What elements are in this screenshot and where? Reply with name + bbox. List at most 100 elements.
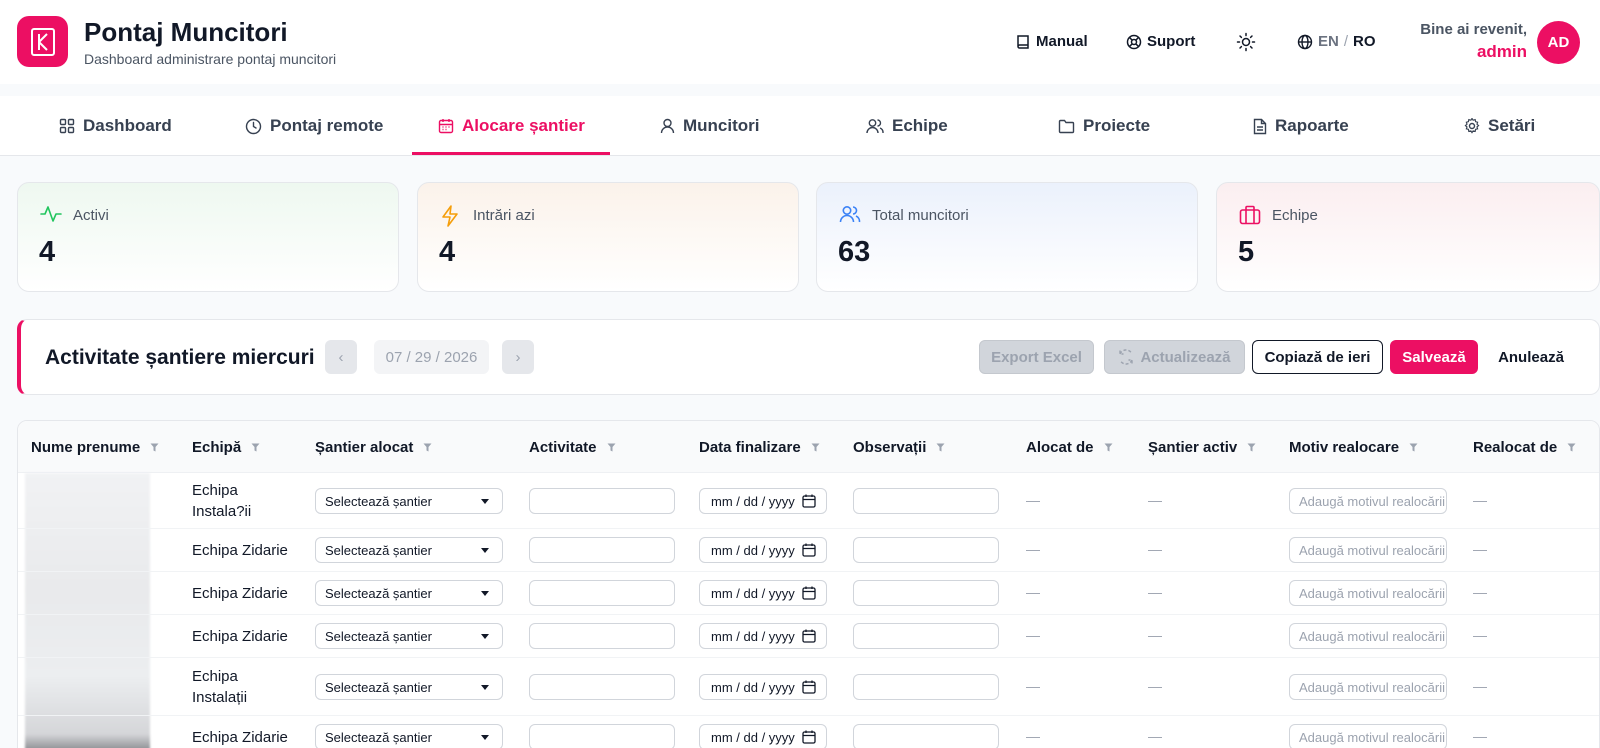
finish-date-input[interactable]: mm / dd / yyyy [699,580,827,606]
col-header-echipa[interactable]: Echipă [192,439,260,456]
observations-input[interactable] [853,537,999,563]
realocat-de-value: — [1473,541,1487,557]
lang-ro-option[interactable]: RO [1353,33,1376,50]
calendar-icon[interactable] [802,730,816,744]
activity-date-field[interactable]: 07 / 29 / 2026 [374,340,489,374]
col-header-motiv-realocare[interactable]: Motiv realocare [1289,439,1418,456]
support-button[interactable]: Suport [1126,33,1195,50]
tab-muncitori[interactable]: Muncitori [660,96,760,156]
filter-icon[interactable] [423,443,432,452]
prev-day-button[interactable]: ‹ [325,340,357,374]
realocat-de-value: — [1473,584,1487,600]
col-header-santier-activ[interactable]: Șantier activ [1148,439,1256,456]
book-icon [1017,34,1029,49]
santier-activ-value: — [1148,492,1162,508]
activity-input[interactable] [529,724,675,748]
save-button[interactable]: Salvează [1390,340,1478,374]
santier-select[interactable]: Selectează șantier [315,537,503,563]
filter-icon[interactable] [1567,443,1576,452]
tab-pontaj-remote[interactable]: Pontaj remote [245,96,383,156]
filter-icon[interactable] [150,443,159,452]
motiv-realocare-input[interactable]: Adaugă motivul realocării [1289,674,1447,700]
copy-yesterday-button[interactable]: Copiază de ieri [1252,340,1383,374]
activity-input[interactable] [529,537,675,563]
tab-muncitori-label: Muncitori [683,116,760,135]
filter-icon[interactable] [1409,443,1418,452]
avatar[interactable]: AD [1537,21,1580,64]
activity-input[interactable] [529,623,675,649]
filter-icon[interactable] [251,443,260,452]
filter-icon[interactable] [1247,443,1256,452]
calendar-icon[interactable] [802,629,816,643]
file-icon [1253,118,1267,134]
filter-icon[interactable] [936,443,945,452]
motiv-realocare-input[interactable]: Adaugă motivul realocării [1289,488,1447,514]
next-day-button[interactable]: › [502,340,534,374]
export-excel-button[interactable]: Export Excel [979,340,1094,374]
filter-icon[interactable] [1104,443,1113,452]
tab-dashboard[interactable]: Dashboard [59,96,172,156]
motiv-realocare-input[interactable]: Adaugă motivul realocării [1289,724,1447,748]
motiv-realocare-input[interactable]: Adaugă motivul realocării [1289,537,1447,563]
finish-date-input[interactable]: mm / dd / yyyy [699,724,827,748]
col-header-data-finalizare[interactable]: Data finalizare [699,439,820,456]
stat-label: Echipe [1272,207,1318,224]
user-icon [660,118,675,134]
activity-input[interactable] [529,580,675,606]
activity-input[interactable] [529,488,675,514]
tab-proiecte-label: Proiecte [1083,116,1151,135]
finish-date-input[interactable]: mm / dd / yyyy [699,674,827,700]
finish-date-input[interactable]: mm / dd / yyyy [699,623,827,649]
calendar-icon[interactable] [802,586,816,600]
team-cell: Echipa Instalații [192,668,248,706]
motiv-realocare-input[interactable]: Adaugă motivul realocării [1289,623,1447,649]
table-row: Echipa Zidarie Selectează șantier mm / d… [18,529,1599,572]
globe-icon [1297,34,1313,49]
manual-button[interactable]: Manual [1016,33,1088,50]
finish-date-input[interactable]: mm / dd / yyyy [699,537,827,563]
app-logo[interactable] [17,16,68,67]
calendar-icon[interactable] [802,543,816,557]
tab-echipe[interactable]: Echipe [866,96,948,156]
santier-select[interactable]: Selectează șantier [315,724,503,748]
tab-setari-label: Setări [1488,116,1536,135]
observations-input[interactable] [853,488,999,514]
col-header-santier-alocat[interactable]: Șantier alocat [315,439,432,456]
santier-select[interactable]: Selectează șantier [315,580,503,606]
theme-toggle-button[interactable] [1236,32,1256,52]
tab-alocare-santier[interactable]: Alocare șantier [438,96,585,156]
table-row: Echipa Instala?ii Selectează șantier mm … [18,473,1599,529]
refresh-button[interactable]: Actualizează [1104,340,1245,374]
chevron-down-icon [481,685,489,690]
observations-input[interactable] [853,674,999,700]
cancel-button[interactable]: Anulează [1487,340,1575,374]
motiv-realocare-input[interactable]: Adaugă motivul realocării [1289,580,1447,606]
col-header-alocat-de[interactable]: Alocat de [1026,439,1113,456]
gear-icon [1464,118,1480,134]
language-switcher[interactable]: EN / RO [1297,33,1376,50]
calendar-icon[interactable] [802,494,816,508]
col-header-nume[interactable]: Nume prenume [31,439,159,456]
observations-input[interactable] [853,724,999,748]
tab-proiecte[interactable]: Proiecte [1058,96,1150,156]
observations-input[interactable] [853,623,999,649]
col-header-observatii[interactable]: Observații [853,439,945,456]
santier-select[interactable]: Selectează șantier [315,623,503,649]
activity-input[interactable] [529,674,675,700]
col-header-activitate[interactable]: Activitate [529,439,616,456]
tab-setari[interactable]: Setări [1464,96,1535,156]
finish-date-input[interactable]: mm / dd / yyyy [699,488,827,514]
filter-icon[interactable] [811,443,820,452]
santier-select[interactable]: Selectează șantier [315,674,503,700]
lang-en-option[interactable]: EN [1318,33,1339,50]
calendar-icon[interactable] [802,680,816,694]
filter-icon[interactable] [607,443,616,452]
santier-select[interactable]: Selectează șantier [315,488,503,514]
observations-input[interactable] [853,580,999,606]
manual-label: Manual [1036,33,1088,50]
col-header-realocat-de[interactable]: Realocat de [1473,439,1576,456]
stat-label: Activi [73,207,109,224]
tab-rapoarte[interactable]: Rapoarte [1253,96,1349,156]
chevron-down-icon [481,548,489,553]
lifebuoy-icon [1126,34,1142,49]
